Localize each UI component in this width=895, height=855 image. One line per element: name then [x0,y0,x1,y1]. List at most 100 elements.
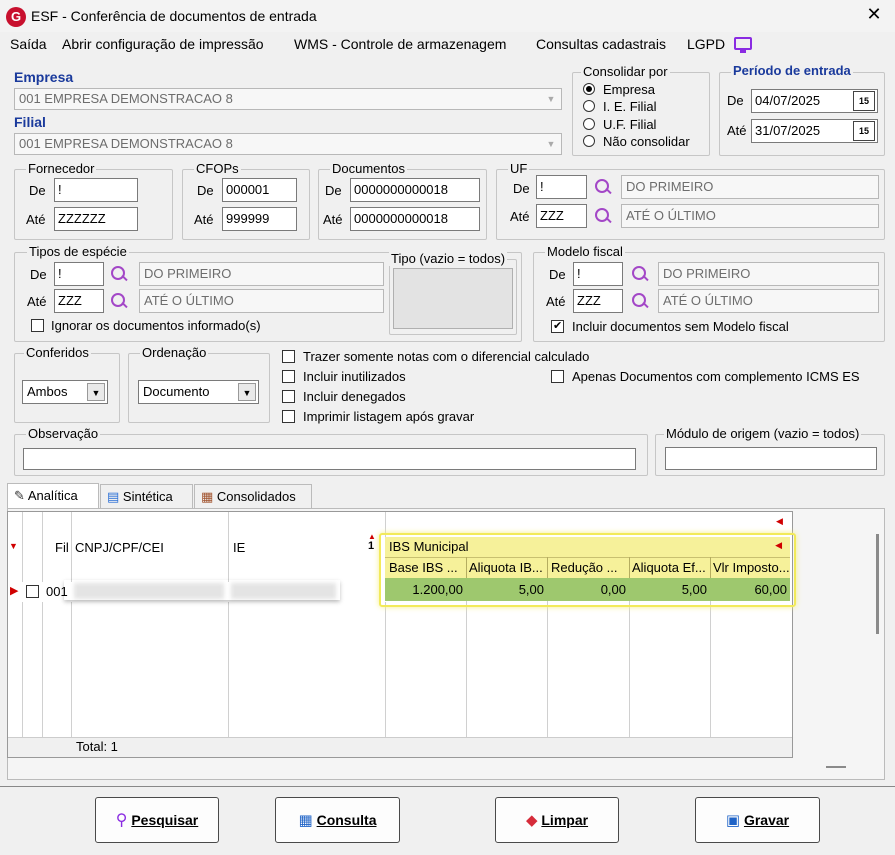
complemento-checkbox[interactable] [551,370,564,383]
ibs-col-base[interactable]: Base IBS ... [389,560,466,575]
tipos-ate-label: Até [27,294,47,309]
observacao-label: Observação [26,426,101,441]
ordenacao-select[interactable]: Documento ▼ [138,380,259,404]
menu-bar: Saída Abrir configuração de impressão WM… [0,33,895,55]
chevron-down-icon: ▼ [238,383,256,401]
horizontal-scrollbar[interactable] [826,766,846,768]
vertical-scrollbar[interactable] [876,534,879,634]
ie-header[interactable]: IE [233,540,245,555]
uf-ate-input[interactable]: ZZZ [536,204,587,228]
monitor-icon[interactable] [734,37,752,53]
inutilizados-checkbox[interactable] [282,370,295,383]
chevron-down-icon: ▼ [546,94,556,104]
uf-de-label: De [513,181,530,196]
menu-saida[interactable]: Saída [10,36,47,52]
chevron-down-icon: ▼ [546,139,556,149]
grid-footer [8,737,792,757]
documentos-ate-input[interactable]: 0000000000018 [350,207,480,231]
conferidos-select[interactable]: Ambos ▼ [22,380,108,404]
marker-left-icon: ◀ [776,516,783,526]
gravar-button[interactable]: ▣ Gravar [695,797,820,843]
cfops-de-label: De [197,183,214,198]
search-icon[interactable] [594,207,612,225]
observacao-input[interactable] [23,448,636,470]
consulta-button[interactable]: ▦ Consulta [275,797,400,843]
fornecedor-ate-label: Até [26,212,46,227]
ordenacao-value: Documento [143,384,210,399]
tipos-especie-label: Tipos de espécie [27,244,129,259]
radio-empresa[interactable] [583,83,595,95]
tipos-de-label: De [30,267,47,282]
ordenacao-label: Ordenação [140,345,209,360]
menu-wms[interactable]: WMS - Controle de armazenagem [294,36,506,52]
modelo-de-desc: DO PRIMEIRO [658,262,879,286]
documentos-ate-label: Até [323,212,343,227]
documentos-de-input[interactable]: 0000000000018 [350,178,480,202]
ignorar-checkbox[interactable] [31,319,44,332]
calendar-icon[interactable]: 15 [853,121,875,141]
menu-abrir-configuracao[interactable]: Abrir configuração de impressão [62,36,264,52]
modulo-label: Módulo de origem (vazio = todos) [664,426,862,441]
search-icon[interactable] [631,265,649,283]
col-divider [547,600,548,757]
periodo-de-label: De [727,93,744,108]
tab-analitica[interactable]: ✎ Analítica [7,483,99,509]
cfops-de-input[interactable]: 000001 [222,178,297,202]
consolidar-label: Consolidar por [581,64,670,79]
modulo-input[interactable] [665,447,877,470]
tab-consolidados-label: Consolidados [216,489,296,504]
table-icon: ▦ [298,812,313,829]
ibs-col-vlr-imposto[interactable]: Vlr Imposto... [713,560,790,575]
sort-down-icon: ▼ [9,541,18,551]
limpar-button[interactable]: ◆ Limpar [495,797,619,843]
incluir-sem-modelo-checkbox[interactable] [551,319,564,333]
col-divider [629,600,630,757]
cnpj-header[interactable]: CNPJ/CPF/CEI [75,540,164,555]
search-icon[interactable] [110,265,128,283]
denegados-checkbox[interactable] [282,390,295,403]
radio-uf-filial[interactable] [583,118,595,130]
empresa-value: 001 EMPRESA DEMONSTRACAO 8 [19,91,233,106]
fornecedor-ate-input[interactable]: ZZZZZZ [54,207,138,231]
ibs-base-cell: 1.200,00 [412,582,463,597]
diferencial-checkbox[interactable] [282,350,295,363]
search-icon[interactable] [631,292,649,310]
uf-de-input[interactable]: ! [536,175,587,199]
modelo-de-label: De [549,267,566,282]
modelo-fiscal-label: Modelo fiscal [545,244,625,259]
ibs-group-header[interactable]: IBS Municipal ◀ [385,537,790,557]
pesquisar-button[interactable]: ⚲ Pesquisar [95,797,219,843]
radio-nao-consolidar[interactable] [583,135,595,147]
modelo-ate-input[interactable]: ZZZ [573,289,623,313]
modelo-de-input[interactable]: ! [573,262,623,286]
tipo-vazio-list[interactable] [393,268,513,329]
tab-consolidados[interactable]: ▦ Consolidados [194,484,312,508]
close-icon[interactable]: ✕ [862,4,886,25]
ibs-col-aliquota[interactable]: Aliquota IB... [469,560,547,575]
ignorar-label: Ignorar os documentos informado(s) [51,318,261,333]
cfops-label: CFOPs [194,161,241,176]
calendar-icon[interactable]: 15 [853,91,875,111]
menu-lgpd[interactable]: LGPD [687,36,725,52]
search-icon[interactable] [594,178,612,196]
floppy-disk-icon: ▣ [725,812,741,829]
filial-label: Filial [14,114,46,130]
cfops-ate-input[interactable]: 999999 [222,207,297,231]
conferidos-label: Conferidos [24,345,91,360]
tab-sintetica[interactable]: ▤ Sintética [100,484,193,508]
complemento-label: Apenas Documentos com complemento ICMS E… [572,369,860,384]
fornecedor-de-input[interactable]: ! [54,178,138,202]
radio-ie-filial[interactable] [583,100,595,112]
imprimir-checkbox[interactable] [282,410,295,423]
fil-header[interactable]: Fil [55,540,69,555]
menu-consultas[interactable]: Consultas cadastrais [536,36,666,52]
search-icon[interactable] [110,292,128,310]
ibs-col-aliquota-ef[interactable]: Aliquota Ef... [632,560,710,575]
tipos-ate-input[interactable]: ZZZ [54,289,104,313]
row-checkbox[interactable] [26,585,39,598]
tipos-de-input[interactable]: ! [54,262,104,286]
grid-check-col [23,512,43,757]
tab-sintetica-label: Sintética [122,489,173,504]
ibs-col-reducao[interactable]: Redução ... [551,560,629,575]
diferencial-label: Trazer somente notas com o diferencial c… [303,349,590,364]
